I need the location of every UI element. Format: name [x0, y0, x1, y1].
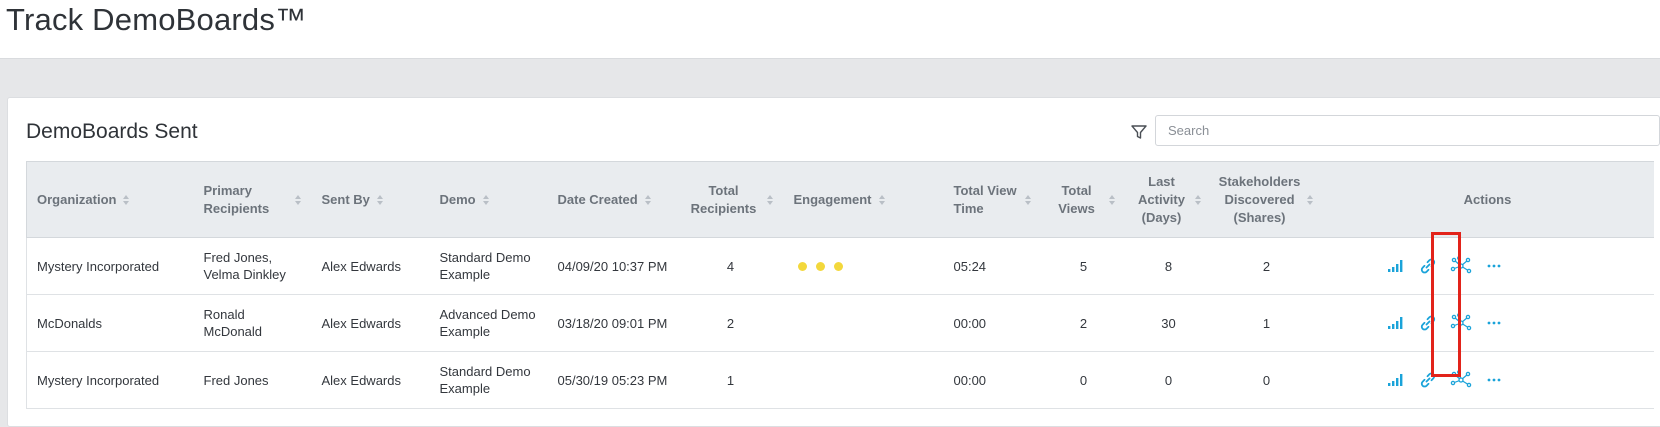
column-header[interactable]: Last Activity (Days) [1125, 161, 1212, 238]
network-icon[interactable] [1450, 255, 1472, 277]
link-icon[interactable] [1417, 312, 1439, 334]
column-header-label: Engagement [793, 191, 872, 207]
sort-icon[interactable] [644, 194, 652, 206]
bar-chart-icon[interactable] [1384, 255, 1406, 277]
column-header-label: Last Activity (Days) [1138, 173, 1185, 225]
cell-total-views: 5 [1041, 237, 1126, 295]
cell-primary-recipients: Fred Jones [193, 351, 312, 409]
cell-demo: Standard Demo Example [429, 237, 548, 295]
cell-stakeholders: 1 [1211, 294, 1322, 352]
cell-stakeholders: 0 [1211, 351, 1322, 409]
sort-icon[interactable] [1306, 194, 1314, 206]
search-input[interactable] [1155, 115, 1660, 146]
column-header[interactable]: Demo [429, 161, 548, 238]
cell-stakeholders: 2 [1211, 237, 1322, 295]
cell-date-created: 05/30/19 05:23 PM [547, 351, 678, 409]
column-header-label: Stakeholders Discovered (Shares) [1218, 173, 1301, 225]
table-row[interactable]: Mystery Incorporated Fred Jones Alex Edwar… [26, 351, 1654, 409]
column-header[interactable]: Sent By [311, 161, 430, 238]
cell-total-recipients: 2 [677, 294, 784, 352]
link-icon[interactable] [1417, 255, 1439, 277]
cell-sent-by: Alex Edwards [311, 351, 430, 409]
column-header[interactable]: Engagement [783, 161, 944, 238]
sort-icon[interactable] [122, 194, 130, 206]
cell-date-created: 03/18/20 09:01 PM [547, 294, 678, 352]
column-header-label: Date Created [557, 191, 638, 207]
cell-sent-by: Alex Edwards [311, 294, 430, 352]
column-header[interactable]: Total Views [1041, 161, 1126, 238]
column-header[interactable]: Stakeholders Discovered (Shares) [1211, 161, 1322, 238]
actions-cell [1321, 351, 1654, 409]
cell-total-recipients: 4 [677, 237, 784, 295]
column-header: Actions [1321, 161, 1654, 238]
sort-icon[interactable] [376, 194, 384, 206]
cell-total-recipients: 1 [677, 351, 784, 409]
cell-total-view-time: 00:00 [943, 294, 1042, 352]
filter-icon[interactable] [1130, 123, 1148, 141]
column-header-label: Total View Time [953, 182, 1017, 216]
engagement-cell [783, 294, 944, 352]
demoboards-card: DemoBoards Sent Organization Primary Reci… [7, 97, 1660, 427]
cell-total-view-time: 00:00 [943, 351, 1042, 409]
top-bar: Track DemoBoards™ [0, 0, 1660, 59]
network-icon[interactable] [1450, 369, 1472, 391]
header-row: Organization Primary Recipients Sent By Dem… [26, 161, 1654, 238]
cell-primary-recipients: Ronald McDonald [193, 294, 312, 352]
sort-icon[interactable] [766, 194, 774, 206]
network-icon[interactable] [1450, 312, 1472, 334]
cell-total-view-time: 05:24 [943, 237, 1042, 295]
column-header-label: Demo [439, 191, 476, 207]
cell-sent-by: Alex Edwards [311, 237, 430, 295]
cell-last-activity: 8 [1125, 237, 1212, 295]
bar-chart-icon[interactable] [1384, 369, 1406, 391]
card-title: DemoBoards Sent [26, 120, 198, 143]
engagement-dot [815, 261, 825, 271]
table-row[interactable]: Mystery Incorporated Fred Jones, Velma Di… [26, 237, 1654, 295]
column-header[interactable]: Primary Recipients [193, 161, 312, 238]
sort-icon[interactable] [294, 194, 302, 206]
column-header[interactable]: Organization [26, 161, 194, 238]
column-header-label: Sent By [321, 191, 370, 207]
column-header-label: Total Views [1058, 182, 1095, 216]
column-header[interactable]: Date Created [547, 161, 678, 238]
table-row[interactable]: McDonalds Ronald McDonald Alex Edwards Adva… [26, 294, 1654, 352]
more-icon[interactable] [1483, 369, 1505, 391]
page-title: Track DemoBoards™ [6, 2, 307, 37]
column-header-label: Total Recipients [690, 182, 757, 216]
actions-cell [1321, 237, 1654, 295]
cell-demo: Advanced Demo Example [429, 294, 548, 352]
table-body: Mystery Incorporated Fred Jones, Velma Di… [26, 237, 1654, 409]
cell-organization: Mystery Incorporated [26, 237, 194, 295]
more-icon[interactable] [1483, 312, 1505, 334]
engagement-dot [833, 261, 843, 271]
engagement-dot [797, 261, 807, 271]
cell-total-views: 0 [1041, 351, 1126, 409]
column-header[interactable]: Total View Time [943, 161, 1042, 238]
column-header-label: Primary Recipients [203, 182, 270, 216]
engagement-cell [783, 237, 944, 295]
link-icon[interactable] [1417, 369, 1439, 391]
bar-chart-icon[interactable] [1384, 312, 1406, 334]
sort-icon[interactable] [482, 194, 490, 206]
sort-icon[interactable] [878, 194, 886, 206]
cell-primary-recipients: Fred Jones, Velma Dinkley [193, 237, 312, 295]
column-header-label: Actions [1463, 191, 1512, 207]
actions-cell [1321, 294, 1654, 352]
cell-organization: Mystery Incorporated [26, 351, 194, 409]
cell-last-activity: 0 [1125, 351, 1212, 409]
sort-icon[interactable] [1194, 194, 1202, 206]
column-header[interactable]: Total Recipients [677, 161, 784, 238]
cell-last-activity: 30 [1125, 294, 1212, 352]
cell-date-created: 04/09/20 10:37 PM [547, 237, 678, 295]
cell-organization: McDonalds [26, 294, 194, 352]
more-icon[interactable] [1483, 255, 1505, 277]
sort-icon[interactable] [1024, 194, 1032, 206]
engagement-cell [783, 351, 944, 409]
cell-total-views: 2 [1041, 294, 1126, 352]
sort-icon[interactable] [1108, 194, 1116, 206]
demoboards-table: Organization Primary Recipients Sent By Dem… [26, 161, 1654, 409]
column-header-label: Organization [37, 191, 117, 207]
cell-demo: Standard Demo Example [429, 351, 548, 409]
